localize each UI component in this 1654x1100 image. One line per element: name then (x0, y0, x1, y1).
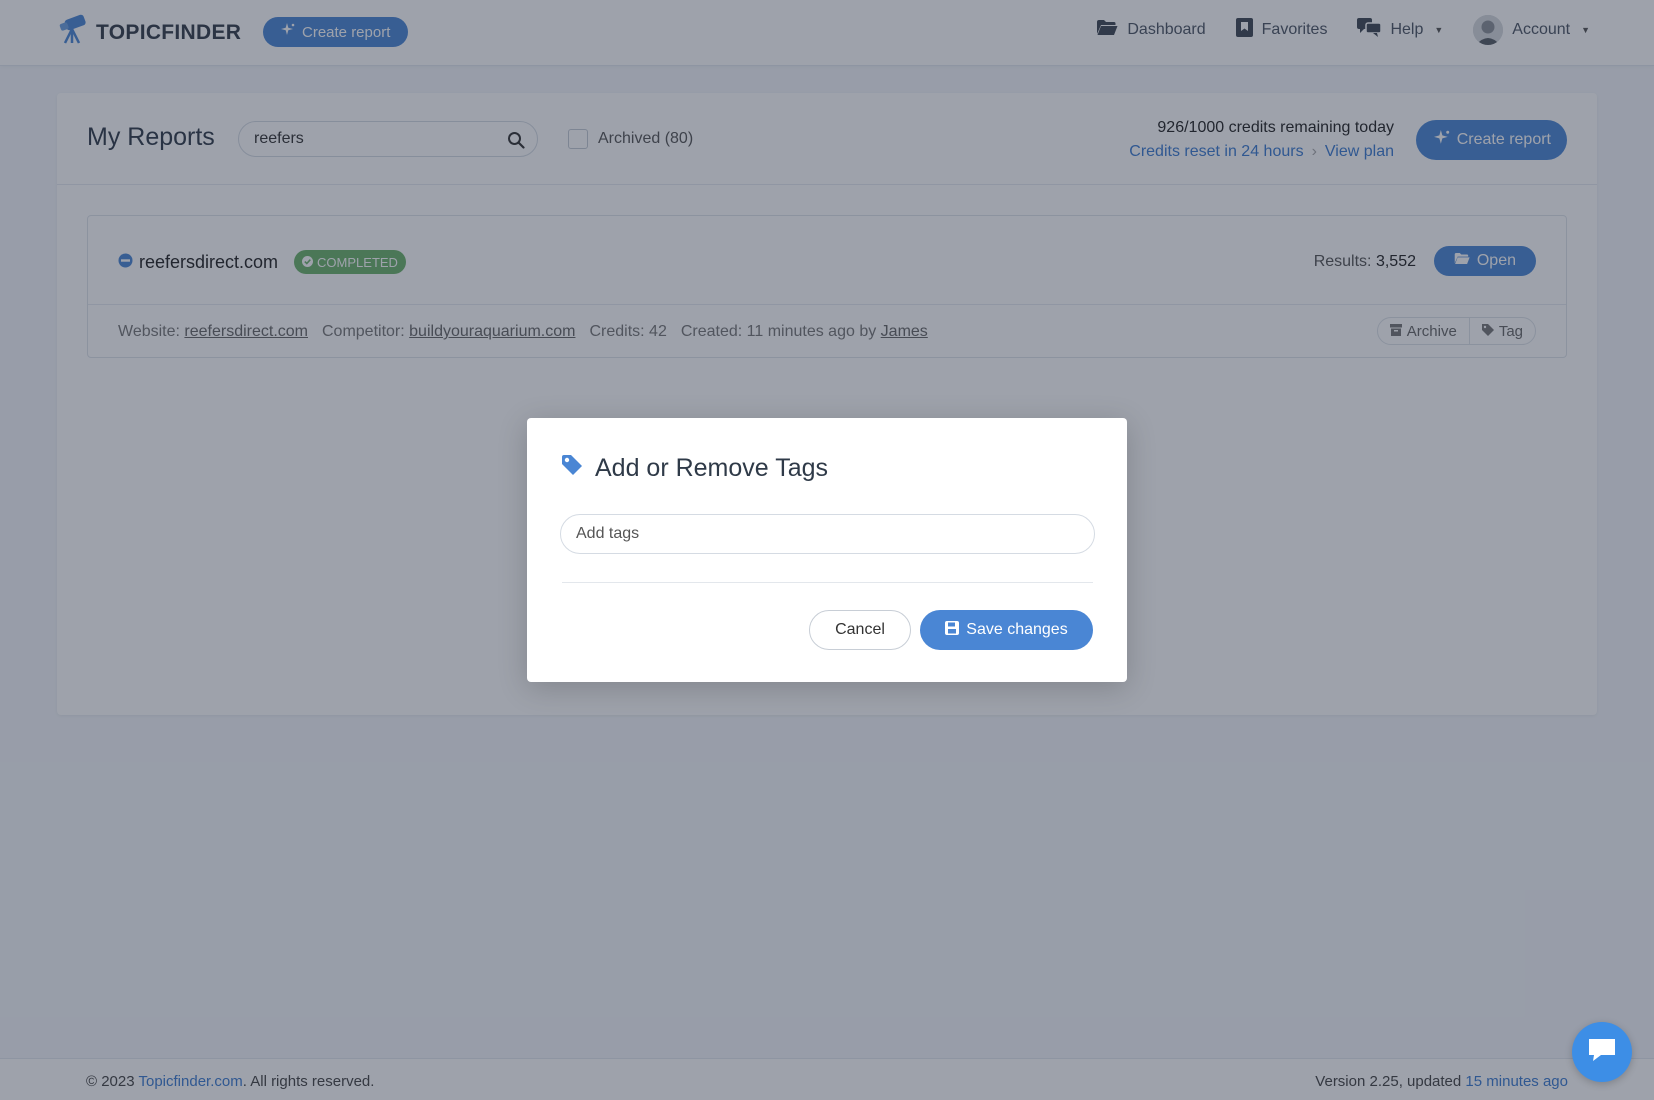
modal-title: Add or Remove Tags (561, 454, 828, 483)
cancel-button[interactable]: Cancel (809, 610, 911, 650)
chat-bubble-icon (1587, 1037, 1617, 1068)
tag-icon (561, 454, 583, 483)
save-icon (945, 620, 960, 640)
tags-input[interactable] (560, 514, 1095, 554)
save-changes-label: Save changes (966, 621, 1068, 638)
save-changes-button[interactable]: Save changes (920, 610, 1093, 650)
modal-title-text: Add or Remove Tags (595, 454, 828, 482)
chat-widget-button[interactable] (1572, 1022, 1632, 1082)
tags-modal: Add or Remove Tags Cancel Save changes (527, 418, 1127, 682)
modal-divider (562, 582, 1093, 583)
